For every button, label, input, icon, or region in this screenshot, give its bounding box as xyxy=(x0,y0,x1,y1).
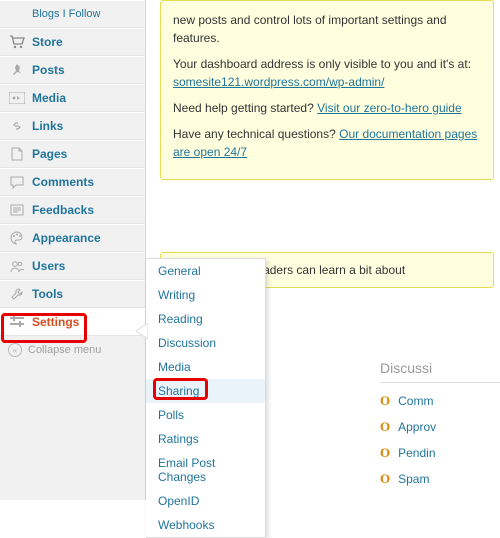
submenu-arrow-icon xyxy=(134,323,148,339)
submenu-item-webhooks[interactable]: Webhooks xyxy=(146,513,265,537)
submenu-item-writing[interactable]: Writing xyxy=(146,283,265,307)
zero-to-hero-link[interactable]: Visit our zero-to-hero guide xyxy=(317,101,462,115)
notice-line: Have any technical questions? Our docume… xyxy=(173,125,481,161)
sidebar-item-label: Pages xyxy=(32,147,67,161)
submenu-item-reading[interactable]: Reading xyxy=(146,307,265,331)
sidebar-item-users[interactable]: Users xyxy=(0,252,145,280)
sidebar-item-label: Users xyxy=(32,259,65,273)
settings-icon xyxy=(8,313,26,331)
sidebar-item-label: Settings xyxy=(32,315,79,329)
pin-icon xyxy=(8,61,26,79)
comment-icon xyxy=(8,173,26,191)
sidebar-item-label: Store xyxy=(32,35,63,49)
follow-icon xyxy=(8,5,26,23)
discussion-row-spam[interactable]: OSpam xyxy=(380,471,500,487)
count-badge: O xyxy=(380,419,390,435)
collapse-menu[interactable]: « Collapse menu xyxy=(0,336,145,364)
sidebar-item-label: Posts xyxy=(32,63,65,77)
submenu-item-discussion[interactable]: Discussion xyxy=(146,331,265,355)
sidebar-item-label: Media xyxy=(32,91,66,105)
submenu-item-media[interactable]: Media xyxy=(146,355,265,379)
sidebar-item-label: Feedbacks xyxy=(32,203,94,217)
page-icon xyxy=(8,145,26,163)
sidebar-item-label: Links xyxy=(32,119,63,133)
count-badge: O xyxy=(380,393,390,409)
notice-line: Need help getting started? Visit our zer… xyxy=(173,99,481,117)
notice-line: new posts and control lots of important … xyxy=(173,11,481,47)
discussion-widget: Discussi OComm OApprov OPendin OSpam xyxy=(380,360,500,497)
appearance-icon xyxy=(8,229,26,247)
sidebar-item-label: Blogs I Follow xyxy=(32,8,100,20)
media-icon xyxy=(8,89,26,107)
main-content: new posts and control lots of important … xyxy=(146,0,500,300)
sidebar-item-posts[interactable]: Posts xyxy=(0,56,145,84)
sidebar-item-comments[interactable]: Comments xyxy=(0,168,145,196)
sidebar-item-settings[interactable]: Settings xyxy=(0,308,145,336)
discussion-title: Discussi xyxy=(380,360,500,383)
sidebar-item-label: Appearance xyxy=(32,231,101,245)
discussion-row-comments[interactable]: OComm xyxy=(380,393,500,409)
submenu-item-email-post-changes[interactable]: Email Post Changes xyxy=(146,451,265,489)
settings-submenu: General Writing Reading Discussion Media… xyxy=(146,258,266,538)
submenu-item-general[interactable]: General xyxy=(146,259,265,283)
sidebar-item-feedbacks[interactable]: Feedbacks xyxy=(0,196,145,224)
sidebar-item-links[interactable]: Links xyxy=(0,112,145,140)
count-badge: O xyxy=(380,471,390,487)
users-icon xyxy=(8,257,26,275)
sidebar-item-label: Tools xyxy=(32,287,63,301)
discussion-row-approved[interactable]: OApprov xyxy=(380,419,500,435)
collapse-label: Collapse menu xyxy=(28,344,101,356)
sidebar-item-media[interactable]: Media xyxy=(0,84,145,112)
sidebar-item-label: Comments xyxy=(32,175,94,189)
link-icon xyxy=(8,117,26,135)
submenu-item-sharing[interactable]: Sharing xyxy=(146,379,265,403)
admin-sidebar: Blogs I Follow Store Posts Media Links P… xyxy=(0,0,146,500)
submenu-item-polls[interactable]: Polls xyxy=(146,403,265,427)
cart-icon xyxy=(8,33,26,51)
sidebar-item-store[interactable]: Store xyxy=(0,28,145,56)
sidebar-item-appearance[interactable]: Appearance xyxy=(0,224,145,252)
dashboard-url-link[interactable]: somesite121.wordpress.com/wp-admin/ xyxy=(173,75,384,89)
submenu-item-ratings[interactable]: Ratings xyxy=(146,427,265,451)
submenu-item-openid[interactable]: OpenID xyxy=(146,489,265,513)
count-badge: O xyxy=(380,445,390,461)
collapse-icon: « xyxy=(8,343,22,357)
welcome-notice: new posts and control lots of important … xyxy=(160,0,494,180)
tools-icon xyxy=(8,285,26,303)
sidebar-item-blogs-i-follow[interactable]: Blogs I Follow xyxy=(0,0,145,28)
notice-line: Your dashboard address is only visible t… xyxy=(173,55,481,91)
discussion-row-pending[interactable]: OPendin xyxy=(380,445,500,461)
sidebar-item-pages[interactable]: Pages xyxy=(0,140,145,168)
sidebar-item-tools[interactable]: Tools xyxy=(0,280,145,308)
feedback-icon xyxy=(8,201,26,219)
